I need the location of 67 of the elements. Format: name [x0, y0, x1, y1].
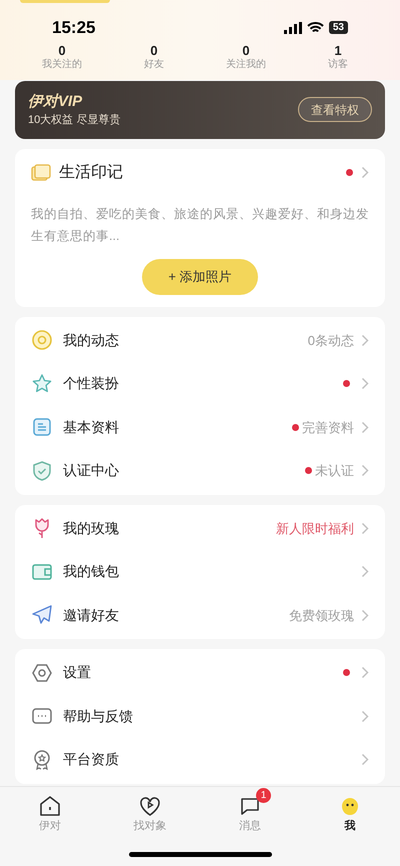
- star-icon: [31, 372, 53, 395]
- vip-title: 伊对VIP: [28, 92, 84, 112]
- menu-value: 0条动态: [308, 332, 354, 350]
- unread-badge: 1: [256, 788, 271, 803]
- stat-count: 0: [242, 42, 250, 58]
- chevron-right-icon: [361, 334, 369, 347]
- signal-icon: [284, 22, 302, 34]
- stat-count: 0: [58, 42, 66, 58]
- heart-play-icon: [138, 794, 162, 818]
- chevron-right-icon: [361, 464, 369, 478]
- chevron-right-icon: [361, 710, 369, 723]
- view-privileges-button[interactable]: 查看特权: [298, 97, 372, 122]
- menu-item[interactable]: 邀请好友 免费领玫瑰: [31, 594, 369, 637]
- tab-label: 找对象: [134, 819, 166, 834]
- menu-label: 邀请好友: [63, 606, 119, 625]
- menu-value: 未认证: [315, 462, 354, 480]
- chevron-right-icon: [361, 166, 369, 179]
- menu-label: 我的钱包: [63, 562, 119, 582]
- battery-indicator: 53: [328, 21, 348, 34]
- menu-item[interactable]: 平台资质: [31, 738, 369, 782]
- menu-item[interactable]: 设置: [31, 651, 369, 694]
- menu-label: 设置: [63, 663, 91, 682]
- chevron-right-icon: [361, 753, 369, 766]
- tab-label: 伊对: [39, 819, 61, 834]
- menu-value: 新人限时福利: [276, 520, 354, 538]
- shield-icon: [31, 460, 53, 482]
- chevron-right-icon: [361, 377, 369, 390]
- menu-label: 帮助与反馈: [63, 706, 133, 726]
- chevron-right-icon: [361, 420, 369, 434]
- chevron-right-icon: [361, 522, 369, 535]
- document-icon: [31, 416, 53, 438]
- menu-item[interactable]: 我的动态 0条动态: [31, 318, 369, 362]
- wifi-icon: [306, 22, 324, 34]
- chevron-right-icon: [361, 608, 369, 622]
- menu-item[interactable]: 帮助与反馈: [31, 694, 369, 738]
- menu-label: 我的玫瑰: [63, 518, 119, 538]
- stat-count: 0: [150, 42, 158, 58]
- chevron-right-icon: [361, 666, 369, 680]
- menu-label: 个性装扮: [63, 374, 119, 394]
- photo-album-icon: [31, 164, 51, 182]
- add-photo-button[interactable]: + 添加照片: [142, 258, 258, 294]
- tab-item[interactable]: 1 消息: [200, 787, 300, 834]
- menu-item[interactable]: 认证中心 未认证: [31, 449, 369, 492]
- menu-label: 基本资料: [63, 418, 119, 437]
- paper-plane-icon: [31, 604, 53, 626]
- house-icon: [38, 794, 62, 818]
- settings-icon: [31, 662, 53, 684]
- vip-subtitle: 10大权益 尽显尊贵: [28, 112, 120, 128]
- tab-label: 消息: [239, 819, 261, 834]
- tab-item[interactable]: 我: [300, 787, 400, 834]
- menu-value: 免费领玫瑰: [289, 606, 354, 624]
- stat-count: 1: [334, 42, 342, 58]
- card-title: 生活印记: [59, 162, 123, 182]
- menu-item[interactable]: 基本资料 完善资料: [31, 406, 369, 449]
- menu-item[interactable]: 我的玫瑰 新人限时福利: [31, 506, 369, 550]
- vip-banner[interactable]: 伊对VIP 10大权益 尽显尊贵 查看特权: [15, 80, 385, 138]
- menu-label: 认证中心: [63, 461, 119, 480]
- coin-icon: [31, 329, 53, 352]
- menu-value: 完善资料: [302, 418, 354, 436]
- card-description: 我的自拍、爱吃的美食、旅途的风景、兴趣爱好、和身边发生有意思的事...: [31, 206, 369, 244]
- menu-label: 平台资质: [63, 750, 119, 770]
- status-time: 15:25: [52, 17, 96, 39]
- menu-item[interactable]: 个性装扮: [31, 362, 369, 406]
- chevron-right-icon: [361, 565, 369, 578]
- tab-label: 我: [344, 818, 356, 834]
- menu-label: 我的动态: [63, 330, 119, 350]
- menu-item[interactable]: 我的钱包: [31, 550, 369, 594]
